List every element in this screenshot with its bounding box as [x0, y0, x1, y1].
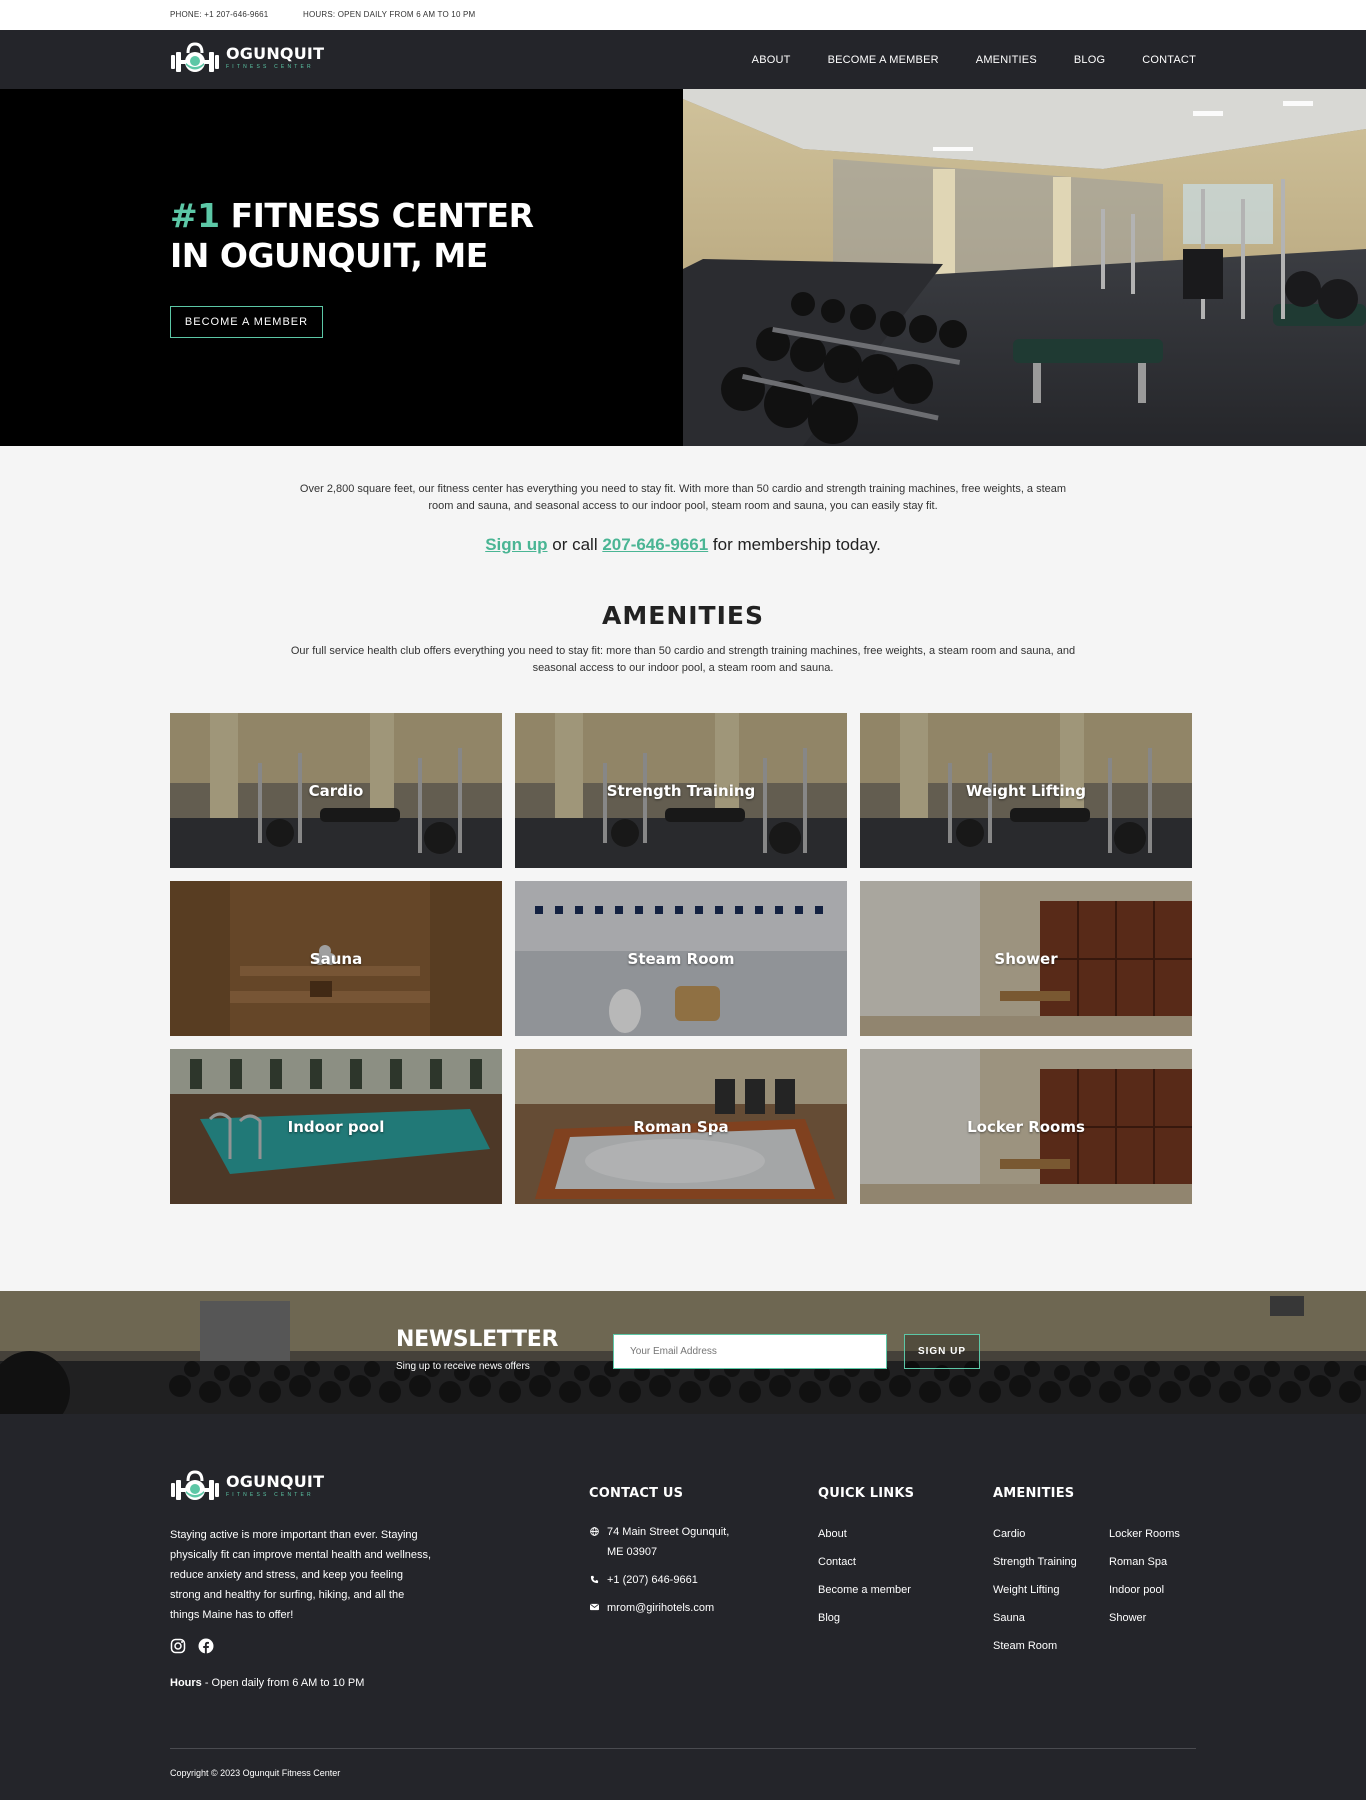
amenities-title: AMENITIES [602, 601, 764, 630]
intro-text: Over 2,800 square feet, our fitness cent… [299, 483, 1067, 512]
hero-title-line1: FITNESS CENTER [219, 196, 534, 235]
amenity-tile-shower[interactable]: Shower [860, 881, 1192, 1036]
amenity-label: Sauna [309, 949, 363, 968]
contact-details: 74 Main Street Ogunquit, ME 03907 +1 (207… [589, 1522, 729, 1626]
amenity-label: Roman Spa [633, 1117, 729, 1136]
footer-amenity-indoor-pool[interactable]: Indoor pool [1109, 1582, 1180, 1610]
hero-section: #1 FITNESS CENTER IN OGUNQUIT, ME BECOME… [0, 89, 1366, 446]
footer-divider [170, 1748, 1196, 1749]
amenity-tile-weight-lifting[interactable]: Weight Lifting [860, 713, 1192, 868]
amenity-tile-roman-spa[interactable]: Roman Spa [515, 1049, 847, 1204]
logo-tagline: FITNESS CENTER [226, 64, 314, 70]
nav-become-member[interactable]: BECOME A MEMBER [828, 54, 939, 66]
address-line2: ME 03907 [607, 1546, 658, 1558]
social-links [170, 1638, 214, 1659]
copyright: Copyright © 2023 Ogunquit Fitness Center [170, 1768, 341, 1778]
newsletter-section: NEWSLETTER Sing up to receive news offer… [0, 1291, 1366, 1414]
sign-up-link[interactable]: Sign up [485, 535, 547, 554]
instagram-icon[interactable] [170, 1638, 186, 1659]
nav-blog[interactable]: BLOG [1074, 54, 1105, 66]
envelope-icon [589, 1598, 599, 1618]
footer-amenities-col1: Cardio Strength Training Weight Lifting … [993, 1526, 1077, 1666]
site-header: OGUNQUIT FITNESS CENTER ABOUT BECOME A M… [0, 30, 1366, 89]
globe-icon [589, 1522, 599, 1562]
newsletter-title: NEWSLETTER [396, 1327, 559, 1352]
amenity-label: Weight Lifting [965, 781, 1087, 800]
topbar-hours: HOURS: OPEN DAILY FROM 6 AM TO 10 PM [303, 10, 476, 19]
hero-title: #1 FITNESS CENTER IN OGUNQUIT, ME [170, 196, 534, 276]
footer-logo-name: OGUNQUIT [226, 1472, 325, 1491]
footer-amenity-cardio[interactable]: Cardio [993, 1526, 1077, 1554]
footer-amenity-sauna[interactable]: Sauna [993, 1610, 1077, 1638]
nav-about[interactable]: ABOUT [752, 54, 791, 66]
newsletter-signup-button[interactable]: SIGN UP [904, 1334, 980, 1369]
site-logo[interactable]: OGUNQUIT FITNESS CENTER [170, 41, 324, 75]
top-info-bar: PHONE: +1 207-646-9661 HOURS: OPEN DAILY… [0, 0, 1366, 30]
hero-title-accent: #1 [170, 196, 220, 235]
nav-contact[interactable]: CONTACT [1142, 54, 1196, 66]
amenity-label: Strength Training [606, 781, 756, 800]
hours-label: Hours [170, 1677, 202, 1689]
footer-amenity-roman-spa[interactable]: Roman Spa [1109, 1554, 1180, 1582]
amenity-label: Shower [994, 949, 1058, 968]
footer-amenities-col2: Locker Rooms Roman Spa Indoor pool Showe… [1109, 1526, 1180, 1638]
site-footer: OGUNQUIT FITNESS CENTER Staying active i… [0, 1414, 1366, 1800]
footer-amenity-locker-rooms[interactable]: Locker Rooms [1109, 1526, 1180, 1554]
footer-amenities-title: AMENITIES [993, 1486, 1075, 1501]
footer-logo[interactable]: OGUNQUIT FITNESS CENTER [170, 1469, 324, 1503]
quick-links-list: About Contact Become a member Blog [818, 1526, 911, 1638]
quick-link-become-member[interactable]: Become a member [818, 1582, 911, 1610]
hero-title-line2: IN OGUNQUIT, ME [170, 236, 488, 275]
nav-amenities[interactable]: AMENITIES [976, 54, 1037, 66]
quick-link-blog[interactable]: Blog [818, 1610, 911, 1638]
contact-us-title: CONTACT US [589, 1486, 684, 1501]
newsletter-subtitle: Sing up to receive news offers [396, 1361, 530, 1372]
footer-amenity-shower[interactable]: Shower [1109, 1610, 1180, 1638]
amenities-grid: Cardio Strength Training Weight Lifting … [170, 713, 1192, 1204]
address: 74 Main Street Ogunquit, ME 03907 [607, 1522, 729, 1562]
amenity-tile-indoor-pool[interactable]: Indoor pool [170, 1049, 502, 1204]
amenity-tile-locker-rooms[interactable]: Locker Rooms [860, 1049, 1192, 1204]
amenities-description: Our full service health club offers ever… [290, 645, 1076, 674]
cta-or-call: or call [547, 535, 603, 554]
amenity-tile-strength-training[interactable]: Strength Training [515, 713, 847, 868]
quick-links-title: QUICK LINKS [818, 1486, 915, 1501]
footer-phone[interactable]: +1 (207) 646-9661 [607, 1570, 698, 1590]
quick-link-about[interactable]: About [818, 1526, 911, 1554]
membership-cta: Sign up or call 207-646-9661 for members… [0, 535, 1366, 555]
footer-hours: Hours - Open daily from 6 AM to 10 PM [170, 1677, 364, 1689]
amenity-tile-sauna[interactable]: Sauna [170, 881, 502, 1036]
logo-name: OGUNQUIT [226, 44, 325, 63]
footer-logo-tagline: FITNESS CENTER [226, 1492, 314, 1498]
footer-amenity-strength-training[interactable]: Strength Training [993, 1554, 1077, 1582]
phone-icon [589, 1570, 599, 1590]
facebook-icon[interactable] [198, 1638, 214, 1659]
amenity-label: Steam Room [627, 949, 735, 968]
footer-amenity-steam-room[interactable]: Steam Room [993, 1638, 1077, 1666]
phone-link[interactable]: 207-646-9661 [602, 535, 708, 554]
gym-hero-photo [683, 89, 1366, 446]
kettlebell-logo-icon [170, 1469, 220, 1503]
amenity-tile-cardio[interactable]: Cardio [170, 713, 502, 868]
amenity-label: Locker Rooms [967, 1117, 1085, 1136]
topbar-phone[interactable]: PHONE: +1 207-646-9661 [170, 10, 268, 19]
become-member-button[interactable]: BECOME A MEMBER [170, 306, 323, 338]
footer-amenity-weight-lifting[interactable]: Weight Lifting [993, 1582, 1077, 1610]
amenity-tile-steam-room[interactable]: Steam Room [515, 881, 847, 1036]
hours-text: - Open daily from 6 AM to 10 PM [201, 1677, 365, 1689]
cta-suffix: for membership today. [708, 535, 881, 554]
footer-about-text: Staying active is more important than ev… [170, 1529, 432, 1621]
amenity-label: Cardio [308, 781, 364, 800]
amenity-label: Indoor pool [287, 1117, 385, 1136]
quick-link-contact[interactable]: Contact [818, 1554, 911, 1582]
newsletter-email-input[interactable] [613, 1334, 887, 1369]
main-nav: ABOUT BECOME A MEMBER AMENITIES BLOG CON… [752, 30, 1196, 89]
address-line1: 74 Main Street Ogunquit, [607, 1526, 730, 1538]
kettlebell-logo-icon [170, 41, 220, 75]
footer-email[interactable]: mrom@girihotels.com [607, 1598, 714, 1618]
